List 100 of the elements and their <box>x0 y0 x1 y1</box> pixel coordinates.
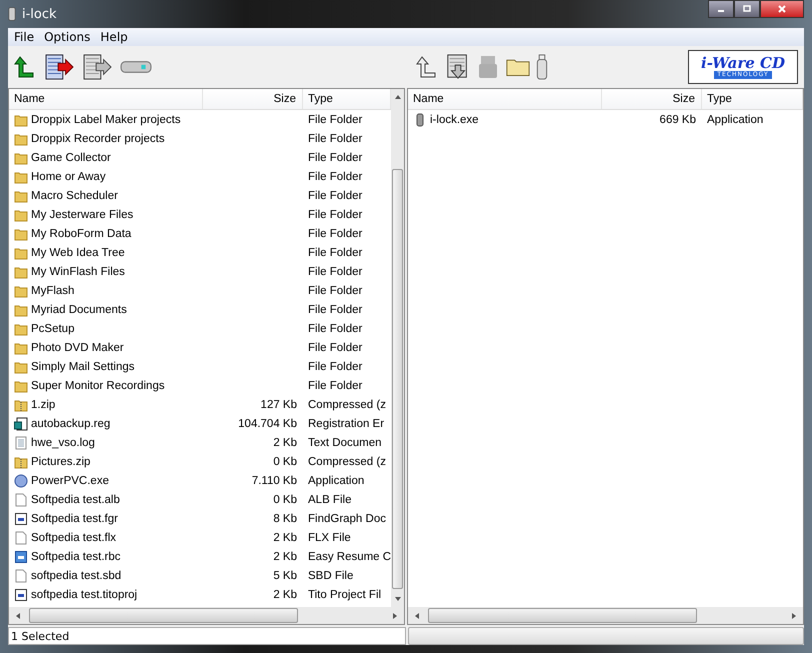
scroll-right-icon[interactable] <box>790 612 798 620</box>
document-icon <box>14 550 28 564</box>
scroll-down-icon[interactable] <box>394 595 402 603</box>
vertical-scrollbar[interactable] <box>391 89 404 607</box>
blank-file-icon <box>14 530 28 544</box>
folder-icon <box>14 302 28 316</box>
scroll-left-icon[interactable] <box>14 612 22 620</box>
file-name[interactable]: My Jesterware Files <box>31 208 134 220</box>
file-size: 5 Kb <box>273 570 297 582</box>
file-size: 104.704 Kb <box>238 418 297 430</box>
horizontal-scrollbar[interactable] <box>9 607 404 624</box>
text-file-icon <box>14 436 28 450</box>
file-name[interactable]: Game Collector <box>31 152 111 164</box>
file-type: Easy Resume C <box>308 550 392 562</box>
document-icon <box>14 588 28 602</box>
file-name[interactable]: Pictures.zip <box>31 456 90 468</box>
file-type: Text Documen <box>308 436 382 448</box>
file-name[interactable]: Droppix Recorder projects <box>31 132 165 144</box>
folder-icon <box>14 264 28 278</box>
file-type: File Folder <box>308 190 362 202</box>
column-header[interactable]: Type <box>702 89 803 109</box>
close-button[interactable] <box>760 0 804 18</box>
scroll-up-icon[interactable] <box>394 93 402 101</box>
file-name[interactable]: MyFlash <box>31 284 74 296</box>
window-title: i-lock <box>22 6 57 22</box>
export-document-icon[interactable] <box>44 54 76 80</box>
file-name[interactable]: Myriad Documents <box>31 304 127 316</box>
folder-icon <box>14 360 28 374</box>
file-type: Application <box>707 114 764 126</box>
file-type: File Folder <box>308 228 362 240</box>
file-name[interactable]: Softpedia test.flx <box>31 532 116 544</box>
file-size: 2 Kb <box>273 588 297 600</box>
globe-icon <box>14 474 28 488</box>
usb-stick-icon[interactable] <box>536 54 548 80</box>
file-name[interactable]: softpedia test.titoproj <box>31 588 138 600</box>
file-name[interactable]: PcSetup <box>31 322 74 334</box>
menu-item[interactable]: Help <box>96 30 132 44</box>
maximize-button[interactable] <box>734 0 760 18</box>
file-type: Tito Project Fil <box>308 588 382 600</box>
file-name[interactable]: Softpedia test.alb <box>31 494 120 506</box>
scroll-right-icon[interactable] <box>391 612 399 620</box>
file-size: 669 Kb <box>660 114 696 126</box>
file-name[interactable]: Softpedia test.fgr <box>31 512 118 524</box>
download-document-icon[interactable] <box>446 54 470 80</box>
file-name[interactable]: My WinFlash Files <box>31 266 125 278</box>
file-name[interactable]: Photo DVD Maker <box>31 342 124 354</box>
folder-icon <box>14 378 28 392</box>
file-type: File Folder <box>308 170 362 182</box>
file-type: Compressed (z <box>308 398 386 410</box>
column-header[interactable]: Name <box>9 89 203 109</box>
file-size: 0 Kb <box>273 494 297 506</box>
file-name[interactable]: Softpedia test.rbc <box>31 550 120 562</box>
file-name[interactable]: My Web Idea Tree <box>31 246 125 258</box>
file-size: 0 Kb <box>273 456 297 468</box>
file-name[interactable]: softpedia test.sbd <box>31 570 122 582</box>
file-type: File Folder <box>308 246 362 258</box>
menu-item[interactable]: File <box>10 30 38 44</box>
file-type: File Folder <box>308 114 362 126</box>
scroll-left-icon[interactable] <box>413 612 421 620</box>
file-type: Registration Er <box>308 418 384 430</box>
file-name[interactable]: Super Monitor Recordings <box>31 380 165 392</box>
column-header[interactable]: Size <box>602 89 702 109</box>
file-name[interactable]: Home or Away <box>31 170 106 182</box>
folder-icon <box>14 170 28 184</box>
file-type: ALB File <box>308 494 352 506</box>
file-name[interactable]: My RoboForm Data <box>31 228 132 240</box>
menu-item[interactable]: Options <box>40 30 94 44</box>
folder-icon <box>14 150 28 164</box>
folder-icon <box>14 226 28 240</box>
file-name[interactable]: 1.zip <box>31 398 56 410</box>
file-name[interactable]: Macro Scheduler <box>31 190 118 202</box>
column-header[interactable]: Size <box>203 89 303 109</box>
status-text: 1 Selected <box>8 627 406 645</box>
file-type: File Folder <box>308 152 362 164</box>
file-name[interactable]: hwe_vso.log <box>31 436 95 448</box>
file-name[interactable]: Simply Mail Settings <box>31 360 135 372</box>
file-size: 2 Kb <box>273 550 297 562</box>
column-header[interactable]: Name <box>408 89 602 109</box>
file-name[interactable]: autobackup.reg <box>31 418 110 430</box>
file-type: FLX File <box>308 532 351 544</box>
file-size: 7.110 Kb <box>252 474 297 486</box>
folder-icon <box>14 132 28 146</box>
file-type: File Folder <box>308 208 362 220</box>
file-type: FindGraph Doc <box>308 512 386 524</box>
minimize-button[interactable] <box>708 0 734 18</box>
document-icon <box>14 512 28 526</box>
folder-icon <box>14 208 28 222</box>
logo-name: i-Ware CD <box>701 55 785 71</box>
registry-file-icon <box>14 416 28 430</box>
file-name[interactable]: i-lock.exe <box>430 114 479 126</box>
import-document-icon[interactable] <box>82 54 114 80</box>
file-name[interactable]: Droppix Label Maker projects <box>31 114 181 126</box>
file-name[interactable]: PowerPVC.exe <box>31 474 109 486</box>
file-type: File Folder <box>308 266 362 278</box>
folder-icon <box>14 246 28 260</box>
close-icon <box>777 4 787 14</box>
file-type: File Folder <box>308 284 362 296</box>
file-type: SBD File <box>308 570 354 582</box>
file-type: File Folder <box>308 322 362 334</box>
horizontal-scrollbar[interactable] <box>408 607 803 624</box>
